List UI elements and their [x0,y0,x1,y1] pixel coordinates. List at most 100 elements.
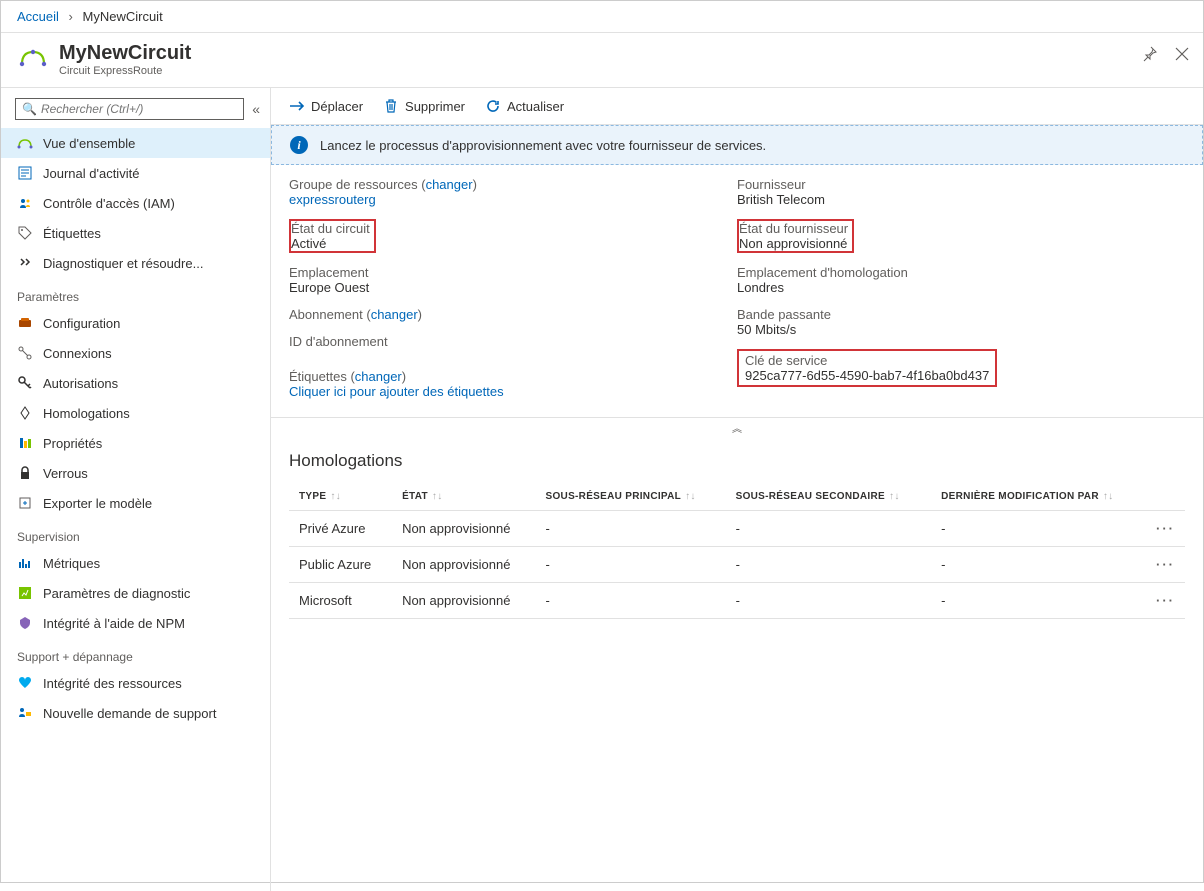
key-icon [17,375,33,391]
cell-type: Public Azure [289,547,392,583]
lock-icon [17,465,33,481]
nav-label: Paramètres de diagnostic [43,586,190,601]
properties-icon [17,435,33,451]
rg-change-link[interactable]: changer [426,177,473,192]
search-icon: 🔍 [22,102,37,116]
rg-value-link[interactable]: expressrouterg [289,192,376,207]
nav-properties[interactable]: Propriétés [1,428,270,458]
table-row[interactable]: Public AzureNon approvisionné---··· [289,547,1185,583]
nav-label: Homologations [43,406,130,421]
expressroute-icon [17,41,49,73]
bandwidth-value: 50 Mbits/s [737,322,1185,337]
expressroute-small-icon [17,135,33,151]
col-state[interactable]: ÉTAT↑↓ [392,483,535,511]
peering-icon [17,405,33,421]
search-input[interactable] [41,102,237,116]
config-icon [17,315,33,331]
refresh-icon [485,98,501,114]
row-more-button[interactable]: ··· [1146,511,1185,547]
table-row[interactable]: MicrosoftNon approvisionné---··· [289,583,1185,619]
nav-peerings[interactable]: Homologations [1,398,270,428]
col-secondary[interactable]: SOUS-RÉSEAU SECONDAIRE↑↓ [726,483,932,511]
search-box[interactable]: 🔍 [15,98,244,120]
nav-activity-log[interactable]: Journal d'activité [1,158,270,188]
nav-label: Configuration [43,316,120,331]
peerings-section: Homologations TYPE↑↓ ÉTAT↑↓ SOUS-RÉSEAU … [271,437,1203,633]
nav-diagnostic-settings[interactable]: Paramètres de diagnostic [1,578,270,608]
breadcrumb-sep: › [69,9,73,24]
nav-overview[interactable]: Vue d'ensemble [1,128,270,158]
sub-label: Abonnement [289,307,363,322]
row-more-button[interactable]: ··· [1146,583,1185,619]
peering-loc-value: Londres [737,280,1185,295]
essentials: Groupe de ressources (changer) expressro… [271,165,1203,417]
col-type[interactable]: TYPE↑↓ [289,483,392,511]
nav-label: Journal d'activité [43,166,139,181]
nav-label: Autorisations [43,376,118,391]
nav-label: Vue d'ensemble [43,136,135,151]
npm-icon [17,615,33,631]
activity-log-icon [17,165,33,181]
nav-export-template[interactable]: Exporter le modèle [1,488,270,518]
nav-new-support[interactable]: Nouvelle demande de support [1,698,270,728]
nav-connections[interactable]: Connexions [1,338,270,368]
delete-icon [383,98,399,114]
nav-label: Métriques [43,556,100,571]
nav-label: Contrôle d'accès (IAM) [43,196,175,211]
cell-modified: - [931,511,1146,547]
nav-resource-health[interactable]: Intégrité des ressources [1,668,270,698]
cell-state: Non approvisionné [392,583,535,619]
breadcrumb: Accueil › MyNewCircuit [1,1,1203,33]
page-title: MyNewCircuit [59,41,191,65]
nav-diagnose[interactable]: Diagnostiquer et résoudre... [1,248,270,278]
provider-label: Fournisseur [737,177,1185,192]
breadcrumb-home[interactable]: Accueil [17,9,59,24]
resource-type: Circuit ExpressRoute [59,65,191,77]
bandwidth-label: Bande passante [737,307,1185,322]
row-more-button[interactable]: ··· [1146,547,1185,583]
nav-tags[interactable]: Étiquettes [1,218,270,248]
tags-add-link[interactable]: Cliquer ici pour ajouter des étiquettes [289,384,504,399]
cell-state: Non approvisionné [392,547,535,583]
nav-label: Connexions [43,346,112,361]
peerings-title: Homologations [289,451,1185,471]
nav-locks[interactable]: Verrous [1,458,270,488]
nav-label: Étiquettes [43,226,101,241]
cell-primary: - [536,511,726,547]
nav-label: Propriétés [43,436,102,451]
sub-change-link[interactable]: changer [371,307,418,322]
cell-secondary: - [726,511,932,547]
diag-settings-icon [17,585,33,601]
provider-state-value: Non approvisionné [739,236,848,251]
banner-text: Lancez le processus d'approvisionnement … [320,138,766,153]
close-icon[interactable] [1173,45,1191,63]
iam-icon [17,195,33,211]
cell-modified: - [931,547,1146,583]
cell-type: Microsoft [289,583,392,619]
pin-icon[interactable] [1141,45,1159,63]
col-primary[interactable]: SOUS-RÉSEAU PRINCIPAL↑↓ [536,483,726,511]
delete-button[interactable]: Supprimer [383,98,465,114]
circuit-state-value: Activé [291,236,370,251]
location-value: Europe Ouest [289,280,737,295]
col-modified[interactable]: DERNIÈRE MODIFICATION PAR↑↓ [931,483,1146,511]
table-row[interactable]: Privé AzureNon approvisionné---··· [289,511,1185,547]
nav-metrics[interactable]: Métriques [1,548,270,578]
circuit-state-label: État du circuit [291,221,370,236]
tags-label: Étiquettes [289,369,347,384]
peering-loc-label: Emplacement d'homologation [737,265,1185,280]
move-button[interactable]: Déplacer [289,98,363,114]
nav-authorizations[interactable]: Autorisations [1,368,270,398]
tags-change-link[interactable]: changer [355,369,402,384]
refresh-button[interactable]: Actualiser [485,98,564,114]
nav-configuration[interactable]: Configuration [1,308,270,338]
header: MyNewCircuit Circuit ExpressRoute [1,33,1203,88]
toolbar: Déplacer Supprimer Actualiser [271,88,1203,125]
nav-label: Verrous [43,466,88,481]
nav-npm-health[interactable]: Intégrité à l'aide de NPM [1,608,270,638]
breadcrumb-current: MyNewCircuit [83,9,163,24]
essentials-collapse[interactable]: ︽ [271,417,1203,437]
cell-secondary: - [726,583,932,619]
collapse-sidebar-icon[interactable]: « [252,101,260,117]
nav-iam[interactable]: Contrôle d'accès (IAM) [1,188,270,218]
